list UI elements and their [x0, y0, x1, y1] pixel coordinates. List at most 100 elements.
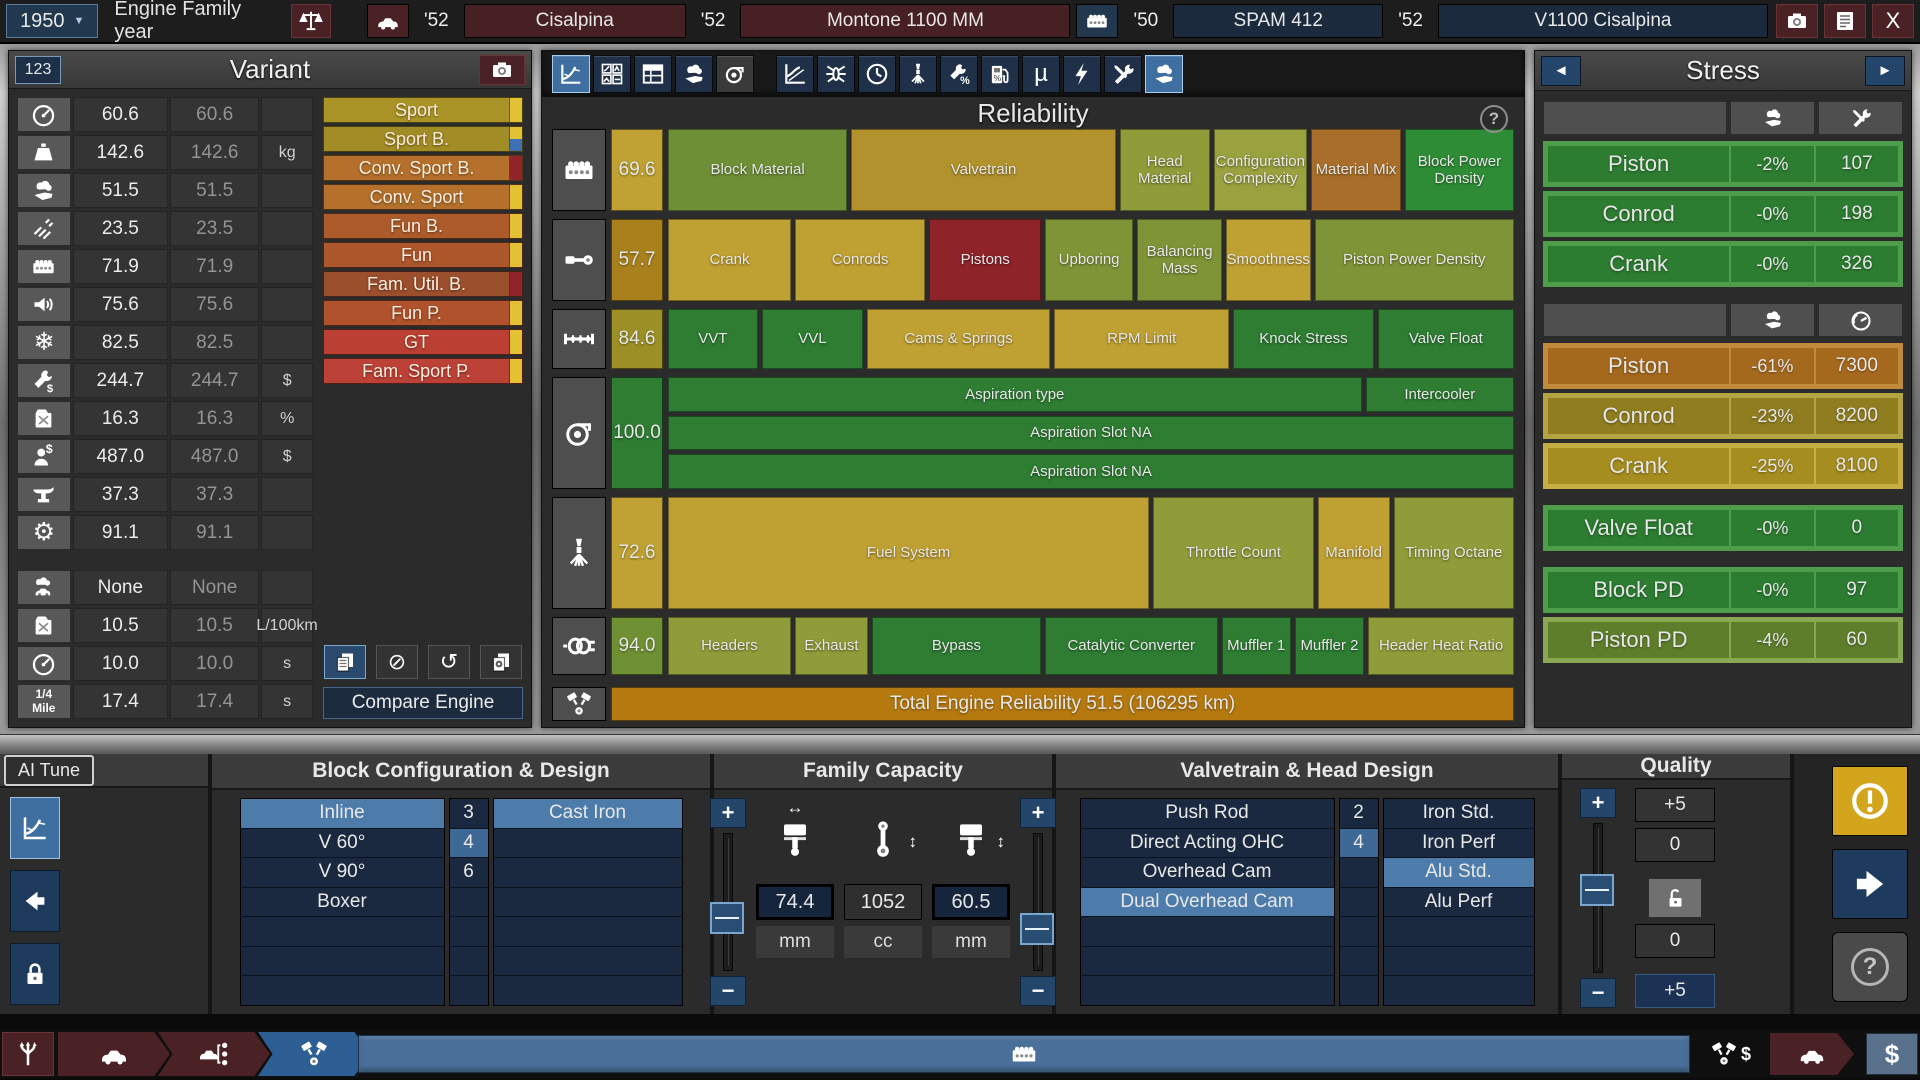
balance-scale-button[interactable] [291, 4, 331, 38]
project-type-car-button[interactable] [367, 4, 409, 38]
toolbar-table-button[interactable] [634, 55, 672, 93]
quality-max-delta-2[interactable]: +5 [1635, 974, 1715, 1008]
ai-tune-graphs-button[interactable] [10, 797, 60, 859]
market-target-conv-sport-b[interactable]: Conv. Sport B. [323, 155, 523, 181]
valvetrain-type-option-push-rod[interactable]: Push Rod [1081, 799, 1334, 829]
market-target-conv-sport[interactable]: Conv. Sport [323, 184, 523, 210]
market-target-fam-util-b[interactable]: Fam. Util. B. [323, 271, 523, 297]
project-type-engine-button[interactable] [1076, 4, 1118, 38]
drivetrain-step-button[interactable] [2, 1032, 54, 1076]
market-target-fun[interactable]: Fun [323, 242, 523, 268]
bore-decrease-button[interactable]: − [710, 976, 746, 1006]
project-year-label: '50 [1124, 4, 1167, 38]
toolbar-tools-button[interactable] [1104, 55, 1142, 93]
valvetrain-type-option-overhead-cam[interactable]: Overhead Cam [1081, 858, 1334, 888]
stroke-slider-handle[interactable] [1020, 913, 1054, 945]
valve-count-option-2[interactable]: 2 [1340, 799, 1378, 829]
project-tab-montone-1100-mm[interactable]: Montone 1100 MM [740, 4, 1070, 38]
clone-family-button[interactable] [480, 645, 522, 679]
toolbar-fuel-pump-button[interactable] [981, 55, 1019, 93]
bore-slider-handle[interactable] [710, 902, 744, 934]
close-button[interactable]: X [1872, 4, 1914, 38]
car-trim-step-button[interactable] [158, 1032, 270, 1076]
stroke-decrease-button[interactable]: − [1020, 976, 1056, 1006]
next-panel-button[interactable]: ► [1865, 56, 1905, 86]
help-button[interactable]: ? [1832, 932, 1908, 1002]
valve-count-option-empty [1340, 976, 1378, 1005]
photo-button[interactable] [479, 55, 525, 85]
quality-slider-track[interactable] [1593, 823, 1603, 973]
block-type-option-boxer[interactable]: Boxer [241, 888, 444, 918]
stroke-value-input[interactable]: 60.5 [932, 884, 1010, 920]
valvetrain-type-option-direct-acting-ohc[interactable]: Direct Acting OHC [1081, 829, 1334, 859]
segment-line: Aspiration typeIntercooler [668, 377, 1514, 412]
bore-increase-button[interactable]: + [710, 798, 746, 828]
project-tab-spam-412[interactable]: SPAM 412 [1173, 4, 1383, 38]
valve-count-option-4[interactable]: 4 [1340, 829, 1378, 859]
toolbar-graph-button[interactable] [552, 55, 590, 93]
markets-money-button[interactable]: $ [1866, 1033, 1918, 1075]
toolbar-multi-graph-button[interactable] [593, 55, 631, 93]
cylinder-count-option-3[interactable]: 3 [450, 799, 488, 829]
cylinder-count-option-4[interactable]: 4 [450, 829, 488, 859]
block-material-option-cast-iron[interactable]: Cast Iron [494, 799, 682, 829]
market-target-fun-p[interactable]: Fun P. [323, 300, 523, 326]
bore-value-input[interactable]: 74.4 [756, 884, 834, 920]
market-target-fam-sport-p[interactable]: Fam. Sport P. [323, 358, 523, 384]
market-target-gt[interactable]: GT [323, 329, 523, 355]
head-material-option-alu-perf[interactable]: Alu Perf [1384, 888, 1534, 918]
warning-button[interactable] [1832, 766, 1908, 836]
car-project-button[interactable] [1770, 1033, 1854, 1075]
stroke-increase-button[interactable]: + [1020, 798, 1056, 828]
block-type-option-inline[interactable]: Inline [241, 799, 444, 829]
duplicate-variant-button[interactable] [324, 645, 366, 679]
stat-row: 60.660.6 [17, 97, 313, 132]
numbers-badge-button[interactable]: 123 [15, 56, 61, 84]
ai-tune-button[interactable]: AI Tune [4, 755, 94, 786]
compare-engine-button[interactable]: Compare Engine [323, 687, 523, 719]
help-button[interactable]: ? [1480, 105, 1508, 133]
car-body-step-button[interactable] [58, 1032, 170, 1076]
bore-slider-track[interactable] [723, 833, 733, 971]
market-target-sport[interactable]: Sport [323, 97, 523, 123]
quality-lock-button[interactable] [1648, 878, 1702, 918]
market-target-fun-b[interactable]: Fun B. [323, 213, 523, 239]
screenshot-button[interactable] [1776, 4, 1818, 38]
project-tab-cisalpina[interactable]: Cisalpina [464, 4, 686, 38]
block-type-option-v-60[interactable]: V 60° [241, 829, 444, 859]
engine-family-step-button[interactable] [258, 1032, 370, 1076]
head-material-option-alu-std[interactable]: Alu Std. [1384, 858, 1534, 888]
next-step-button[interactable] [1832, 849, 1908, 919]
notes-button[interactable] [1824, 4, 1866, 38]
toolbar-service-percent-button[interactable] [940, 55, 978, 93]
graph-icon [20, 813, 50, 843]
toolbar-friction-mu-button[interactable]: µ [1022, 55, 1060, 93]
market-target-sport-b[interactable]: Sport B. [323, 126, 523, 152]
toolbar-cloud-hand-button[interactable] [675, 55, 713, 93]
toolbar-clock-gauge-button[interactable] [858, 55, 896, 93]
head-material-option-iron-std[interactable]: Iron Std. [1384, 799, 1534, 829]
toolbar-ignition-button[interactable] [1063, 55, 1101, 93]
year-selector[interactable]: 1950 ▼ [6, 4, 98, 38]
stat-icon-cell [17, 135, 71, 170]
prev-panel-button[interactable]: ◄ [1541, 56, 1581, 86]
toolbar-dyno-graph-button[interactable] [776, 55, 814, 93]
quality-decrease-button[interactable]: − [1580, 978, 1616, 1008]
valvetrain-type-option-dual-overhead-cam[interactable]: Dual Overhead Cam [1081, 888, 1334, 918]
block-type-option-v-90[interactable]: V 90° [241, 858, 444, 888]
revert-button[interactable]: ↺ [428, 645, 470, 679]
stroke-slider-track[interactable] [1033, 833, 1043, 971]
capacity-value[interactable]: 1052 [844, 884, 922, 920]
delete-variant-button[interactable]: ⊘ [376, 645, 418, 679]
cylinder-count-option-6[interactable]: 6 [450, 858, 488, 888]
lock-family-button[interactable] [10, 943, 60, 1005]
head-material-option-iron-perf[interactable]: Iron Perf [1384, 829, 1534, 859]
back-button[interactable] [10, 870, 60, 932]
quality-slider-handle[interactable] [1580, 874, 1614, 906]
toolbar-fuel-spray-button[interactable] [899, 55, 937, 93]
project-tab-v1100-cisalpina[interactable]: V1100 Cisalpina [1438, 4, 1768, 38]
toolbar-cloud-hand-button[interactable] [1145, 55, 1183, 93]
quality-increase-button[interactable]: + [1580, 788, 1616, 818]
toolbar-valve-fly-button[interactable] [817, 55, 855, 93]
toolbar-turbo-button[interactable] [716, 55, 754, 93]
